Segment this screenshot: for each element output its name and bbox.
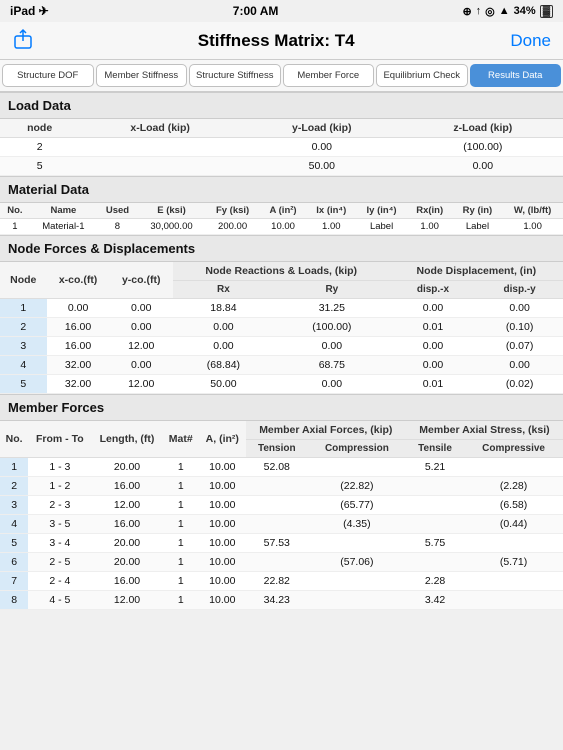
rotate-icon: ◎ xyxy=(485,5,495,18)
table-row: 21 - 216.00110.00(22.82)(2.28) xyxy=(0,477,563,496)
mf-col-from-to: From - To xyxy=(28,421,91,458)
orientation-icon: ▲ xyxy=(499,5,510,17)
mf-col-no: No. xyxy=(0,421,28,458)
location-icon: ↑ xyxy=(476,5,482,17)
done-button[interactable]: Done xyxy=(510,31,551,51)
table-row: 43 - 516.00110.00(4.35)(0.44) xyxy=(0,515,563,534)
material-data-table: No.NameUsedE (ksi)Fy (ksi)A (in²)Ix (in⁴… xyxy=(0,203,563,235)
table-row: 1Material-1830,000.00200.0010.001.00Labe… xyxy=(0,219,563,235)
mf-col-mat: Mat# xyxy=(163,421,199,458)
nf-col-ry: Ry xyxy=(274,281,390,299)
table-row: 550.000.00 xyxy=(0,157,563,176)
load-col-zload: z-Load (kip) xyxy=(403,119,563,138)
member-forces-table: No. From - To Length, (ft) Mat# A, (in²)… xyxy=(0,421,563,610)
load-data-header: Load Data xyxy=(0,92,563,119)
material-data-header: Material Data xyxy=(0,176,563,203)
table-row: 53 - 420.00110.0057.535.75 xyxy=(0,534,563,553)
nf-group-disp: Node Displacement, (in) xyxy=(390,262,563,281)
tab-bar: Structure DOF Member Stiffness Structure… xyxy=(0,60,563,92)
status-time: 7:00 AM xyxy=(233,4,279,18)
wifi-icon: ⊕ xyxy=(462,5,471,18)
tab-structure-dof[interactable]: Structure DOF xyxy=(2,64,94,87)
table-row: 32 - 312.00110.00(65.77)(6.58) xyxy=(0,496,563,515)
page-title: Stiffness Matrix: T4 xyxy=(42,31,510,51)
node-forces-header: Node Forces & Displacements xyxy=(0,235,563,262)
table-row: 11 - 320.00110.0052.085.21 xyxy=(0,458,563,477)
load-col-node: node xyxy=(0,119,79,138)
mf-group-axial-stress: Member Axial Stress, (ksi) xyxy=(406,421,563,440)
nf-col-y: y-co.(ft) xyxy=(110,262,173,299)
mf-col-tensile: Tensile xyxy=(406,440,464,458)
table-row: 84 - 512.00110.0034.233.42 xyxy=(0,591,563,610)
status-right: ⊕ ↑ ◎ ▲ 34% ▓ xyxy=(462,5,553,18)
battery-icon: ▓ xyxy=(540,5,553,18)
mf-col-area: A, (in²) xyxy=(199,421,246,458)
table-row: 72 - 416.00110.0022.822.28 xyxy=(0,572,563,591)
mf-group-axial-forces: Member Axial Forces, (kip) xyxy=(246,421,406,440)
mf-col-compressive: Compressive xyxy=(464,440,563,458)
battery-label: 34% xyxy=(514,5,536,17)
nf-group-reactions: Node Reactions & Loads, (kip) xyxy=(173,262,390,281)
table-row: 20.00(100.00) xyxy=(0,138,563,157)
tab-member-force[interactable]: Member Force xyxy=(283,64,375,87)
tab-results-data[interactable]: Results Data xyxy=(470,64,562,87)
member-forces-header: Member Forces xyxy=(0,394,563,421)
table-row: 62 - 520.00110.00(57.06)(5.71) xyxy=(0,553,563,572)
load-col-yload: y-Load (kip) xyxy=(241,119,403,138)
table-row: 316.0012.000.000.000.00(0.07) xyxy=(0,337,563,356)
nf-col-x: x-co.(ft) xyxy=(47,262,110,299)
main-content: Load Data node x-Load (kip) y-Load (kip)… xyxy=(0,92,563,610)
share-button[interactable] xyxy=(12,28,42,53)
nf-col-node: Node xyxy=(0,262,47,299)
load-col-xload: x-Load (kip) xyxy=(79,119,241,138)
mf-col-compression: Compression xyxy=(308,440,406,458)
app-header: Stiffness Matrix: T4 Done xyxy=(0,22,563,60)
table-row: 216.000.000.00(100.00)0.01(0.10) xyxy=(0,318,563,337)
node-forces-table: Node x-co.(ft) y-co.(ft) Node Reactions … xyxy=(0,262,563,394)
nf-col-dispy: disp.-y xyxy=(476,281,563,299)
tab-structure-stiffness[interactable]: Structure Stiffness xyxy=(189,64,281,87)
table-row: 432.000.00(68.84)68.750.000.00 xyxy=(0,356,563,375)
mf-col-tension: Tension xyxy=(246,440,308,458)
tab-equilibrium-check[interactable]: Equilibrium Check xyxy=(376,64,468,87)
mf-col-length: Length, (ft) xyxy=(91,421,162,458)
status-bar: iPad ✈ 7:00 AM ⊕ ↑ ◎ ▲ 34% ▓ xyxy=(0,0,563,22)
status-left: iPad ✈ xyxy=(10,4,49,18)
table-row: 10.000.0018.8431.250.000.00 xyxy=(0,299,563,318)
tab-member-stiffness[interactable]: Member Stiffness xyxy=(96,64,188,87)
nf-col-dispx: disp.-x xyxy=(390,281,477,299)
nf-col-rx: Rx xyxy=(173,281,274,299)
table-row: 532.0012.0050.000.000.01(0.02) xyxy=(0,375,563,394)
load-data-table: node x-Load (kip) y-Load (kip) z-Load (k… xyxy=(0,119,563,176)
